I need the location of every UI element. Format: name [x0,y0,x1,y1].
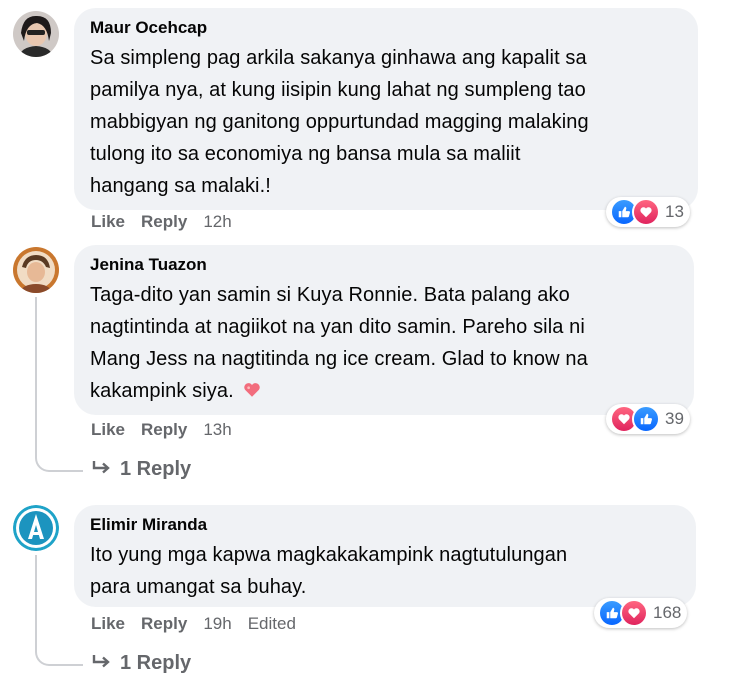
comment-author[interactable]: Elimir Miranda [90,515,680,535]
avatar[interactable] [13,247,59,293]
thread-line [35,297,37,445]
avatar[interactable] [13,505,59,551]
reply-button[interactable]: Reply [141,420,187,440]
comment-line: tulong ito sa economiya ng bansa mula sa… [90,143,521,165]
view-replies-button[interactable]: 1 Reply [92,652,191,675]
comment-actions: Like Reply 19h Edited [91,614,296,634]
comment-line: mabbigyan ng ganitong oppurtundad maggin… [90,111,589,133]
like-icon [632,405,660,433]
comment-author[interactable]: Jenina Tuazon [90,255,678,275]
reply-arrow-icon [92,652,112,675]
reply-button[interactable]: Reply [141,614,187,634]
avatar[interactable] [13,11,59,57]
comment-line: nagtintinda at nagiikot na yan dito sami… [90,316,585,338]
reaction-count: 168 [653,603,682,622]
love-icon [632,198,660,226]
comment-line: kakampink siya. [90,375,678,408]
thread-connector [35,634,83,666]
thread-line [35,555,37,639]
comment-text: Sa simpleng pag arkila sakanya ginhawa a… [90,42,682,202]
comment-bubble: Jenina Tuazon Taga-dito yan samin si Kuy… [74,245,694,415]
like-button[interactable]: Like [91,420,125,440]
comment-text: Taga-dito yan samin si Kuya Ronnie. Bata… [90,279,678,408]
comment-actions: Like Reply 13h [91,420,232,440]
view-replies-button[interactable]: 1 Reply [92,458,191,481]
timestamp[interactable]: 19h [203,614,231,634]
comment-text: Ito yung mga kapwa magkakakampink nagtut… [90,539,680,603]
like-button[interactable]: Like [91,614,125,634]
thread-connector [35,440,83,472]
reply-arrow-icon [92,458,112,481]
comment-line-text: kakampink siya. [90,380,234,402]
comment-author[interactable]: Maur Ocehcap [90,18,682,38]
love-icon [620,599,648,627]
comment-line: pamilya nya, at kung iisipin kung lahat … [90,79,586,101]
timestamp[interactable]: 13h [203,420,231,440]
comment-line: Taga-dito yan samin si Kuya Ronnie. Bata… [90,284,570,306]
view-replies-label: 1 Reply [120,458,192,480]
timestamp[interactable]: 12h [203,212,231,232]
view-replies-label: 1 Reply [120,652,192,674]
comment-line: Ito yung mga kapwa magkakakampink nagtut… [90,544,568,566]
reaction-count: 39 [665,409,684,428]
comment-line: Mang Jess na nagtitinda ng ice cream. Gl… [90,348,588,370]
reaction-count: 13 [665,202,684,221]
comment-line: Sa simpleng pag arkila sakanya ginhawa a… [90,47,587,69]
reaction-summary[interactable]: 13 [606,197,690,227]
edited-label[interactable]: Edited [248,614,296,634]
comment-actions: Like Reply 12h [91,212,232,232]
comment-line: hangang sa malaki.! [90,175,271,197]
comment-bubble: Maur Ocehcap Sa simpleng pag arkila saka… [74,8,698,210]
reaction-summary[interactable]: 168 [594,598,688,628]
reply-button[interactable]: Reply [141,212,187,232]
comment-line: para umangat sa buhay. [90,576,307,598]
comment-bubble: Elimir Miranda Ito yung mga kapwa magkak… [74,505,696,607]
like-button[interactable]: Like [91,212,125,232]
heart-emoji-icon [243,376,261,408]
reaction-summary[interactable]: 39 [606,404,690,434]
